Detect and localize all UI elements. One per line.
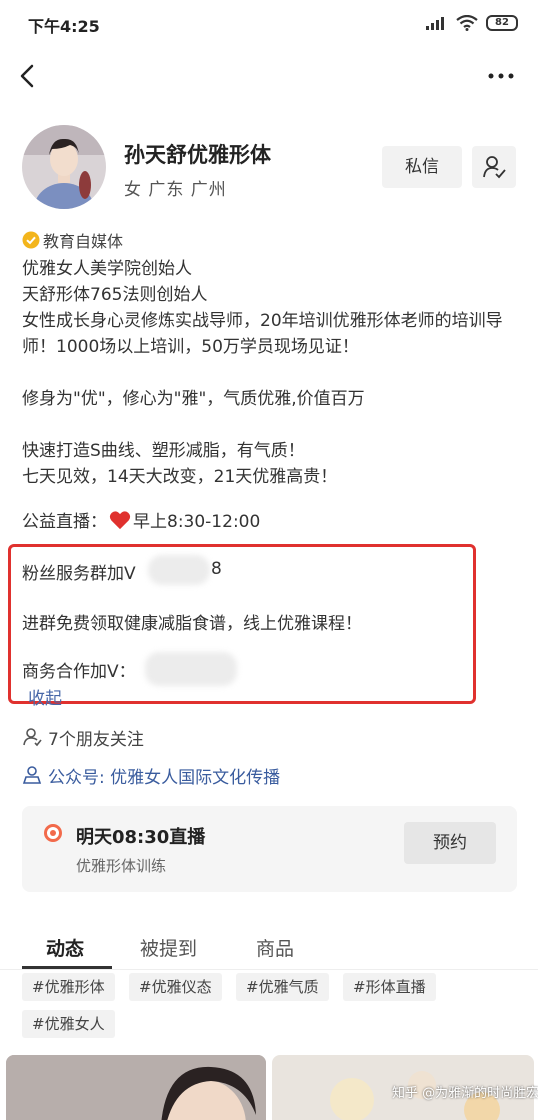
tab-posts[interactable]: 动态 xyxy=(46,934,84,961)
verified-label: 教育自媒体 xyxy=(43,232,124,251)
message-button[interactable]: 私信 xyxy=(382,146,462,188)
live-time: 早上8:30-12:00 xyxy=(133,512,261,532)
bio-line: 天舒形体765法则创始人 xyxy=(22,285,208,305)
nav-bar xyxy=(0,52,538,100)
hashtag-chip[interactable]: #形体直播 xyxy=(343,973,436,1001)
user-icon xyxy=(23,728,42,747)
bio-line: 女性成长身心灵修炼实战导师，20年培训优雅形体老师的培训导师！1000场以上培训… xyxy=(22,311,503,357)
tab-mentions[interactable]: 被提到 xyxy=(140,934,197,961)
bio-line: 快速打造S曲线、塑形减脂，有气质！ xyxy=(22,441,305,461)
reserve-button[interactable]: 预约 xyxy=(404,822,496,864)
follow-button[interactable] xyxy=(472,146,516,188)
live-prefix: 公益直播： xyxy=(22,512,107,532)
post-thumbnail[interactable] xyxy=(6,1055,266,1120)
free-offer-text: 进群免费领取健康减脂食谱，线上优雅课程！ xyxy=(22,614,362,634)
friends-following[interactable]: 7个朋友关注 xyxy=(22,725,144,750)
battery-indicator: 82 xyxy=(486,15,518,31)
blurred-contact xyxy=(145,652,237,686)
status-time: 下午4:25 xyxy=(28,17,100,36)
fans-group-text: 粉丝服务群加V xyxy=(22,564,136,584)
verified-badge-icon xyxy=(22,231,40,249)
collapse-link[interactable]: 收起 xyxy=(28,684,62,709)
bio-line: 七天见效，14天大改变，21天优雅高贵！ xyxy=(22,467,338,487)
watermark: 知乎 @为雅渐的时尚胜宏 xyxy=(392,1086,538,1101)
fans-group-suffix: 8 xyxy=(211,559,222,579)
official-account-link[interactable]: 公众号: 优雅女人国际文化传播 xyxy=(22,763,281,788)
live-indicator-icon xyxy=(44,824,62,842)
avatar[interactable] xyxy=(22,125,106,209)
status-icons: 82 xyxy=(426,12,518,34)
tabs-divider xyxy=(0,969,538,970)
friends-following-label: 7个朋友关注 xyxy=(48,729,144,750)
more-icon[interactable] xyxy=(486,64,516,88)
bio-line: 修身为"优"，修心为"雅"，气质优雅,价值百万 xyxy=(22,389,365,409)
official-account-label: 公众号: 优雅女人国际文化传播 xyxy=(48,767,281,788)
hashtag-chip[interactable]: #优雅气质 xyxy=(236,973,329,1001)
wifi-icon xyxy=(456,15,478,31)
verified-row: 教育自媒体 xyxy=(22,229,123,251)
bio-line: 优雅女人美学院创始人 xyxy=(22,259,192,279)
profile-location: 女 广东 广州 xyxy=(124,180,227,200)
signal-icon xyxy=(426,17,444,30)
live-title: 明天08:30直播 xyxy=(76,827,206,848)
heart-icon xyxy=(109,510,131,529)
live-reservation-card[interactable]: 明天08:30直播 优雅形体训练 预约 xyxy=(22,806,517,892)
profile-name: 孙天舒优雅形体 xyxy=(124,143,271,167)
tab-products[interactable]: 商品 xyxy=(256,934,294,961)
official-account-icon xyxy=(22,766,42,784)
hashtag-chip[interactable]: #优雅仪态 xyxy=(129,973,222,1001)
bio: 优雅女人美学院创始人 天舒形体765法则创始人 女性成长身心灵修炼实战导师，20… xyxy=(22,256,516,490)
add-friend-icon xyxy=(483,156,506,179)
hashtag-chip[interactable]: #优雅女人 xyxy=(22,1010,115,1038)
content-tabs: 动态 被提到 商品 xyxy=(22,930,517,970)
live-schedule: 公益直播： 早上8:30-12:00 xyxy=(22,507,260,532)
live-subtitle: 优雅形体训练 xyxy=(76,857,167,875)
blurred-contact xyxy=(148,555,210,585)
hashtag-chip[interactable]: #优雅形体 xyxy=(22,973,115,1001)
business-contact-text: 商务合作加V： xyxy=(22,662,136,682)
status-bar: 下午4:25 82 xyxy=(0,0,538,46)
back-icon[interactable] xyxy=(14,62,42,90)
